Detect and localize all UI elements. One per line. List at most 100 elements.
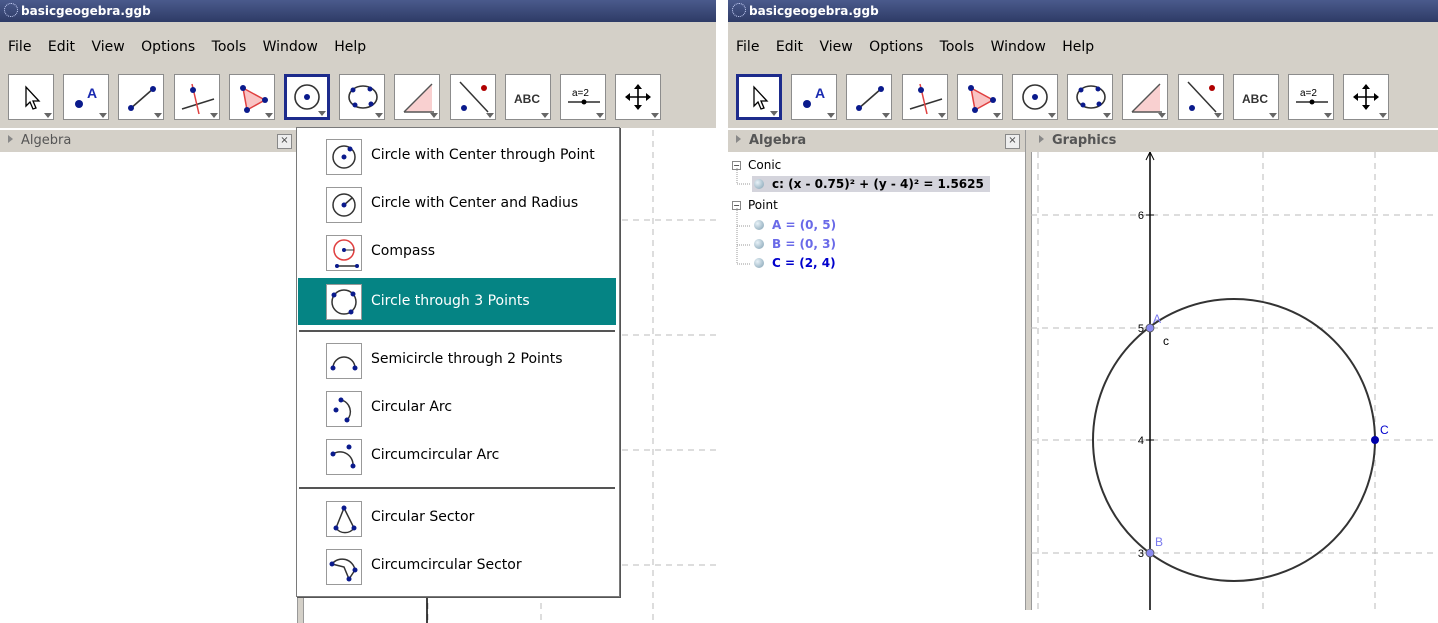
menu-item-circumcircular-sector[interactable]: Circumcircular Sector: [298, 544, 616, 588]
point-C[interactable]: [1371, 436, 1379, 444]
dropdown-arrow-icon[interactable]: [1048, 113, 1056, 118]
tool-button-polygon[interactable]: [956, 74, 1003, 120]
menu-item-circle-3-points[interactable]: Circle through 3 Points: [298, 278, 616, 325]
graphics-view[interactable]: 6 5 4 3 A B C c: [1031, 152, 1438, 610]
menu-view[interactable]: View: [819, 39, 852, 55]
tool-button-conic[interactable]: [339, 74, 386, 120]
dropdown-arrow-icon[interactable]: [1324, 113, 1332, 118]
dropdown-arrow-icon[interactable]: [651, 113, 660, 118]
y-tick-label: 4: [1138, 435, 1144, 447]
dropdown-arrow-icon[interactable]: [264, 113, 273, 118]
tool-button-reflect[interactable]: [1177, 74, 1224, 120]
tool-button-circle[interactable]: [1012, 74, 1058, 120]
menu-item-circumcircular-arc[interactable]: Circumcircular Arc: [298, 434, 616, 478]
tool-button-move[interactable]: [736, 74, 782, 120]
menu-file[interactable]: File: [8, 39, 31, 55]
dropdown-arrow-icon[interactable]: [1158, 113, 1167, 118]
algebra-item-c[interactable]: c: (x - 0.75)² + (y - 4)² = 1.5625: [752, 176, 990, 192]
menu-file[interactable]: File: [736, 39, 759, 55]
algebra-item-A[interactable]: A = (0, 5): [754, 218, 836, 232]
dropdown-arrow-icon[interactable]: [827, 113, 836, 118]
tool-button-polygon[interactable]: [228, 74, 275, 120]
menu-item-circle-center-radius[interactable]: Circle with Center and Radius: [298, 182, 616, 226]
dropdown-arrow-icon[interactable]: [209, 113, 218, 118]
dropdown-arrow-icon[interactable]: [770, 111, 778, 116]
collapse-arrow-icon[interactable]: [8, 135, 13, 143]
dropdown-arrow-icon[interactable]: [99, 113, 108, 118]
menu-item-circular-sector[interactable]: Circular Sector: [298, 496, 616, 540]
menu-tools[interactable]: Tools: [940, 39, 975, 55]
menu-item-circle-center-point[interactable]: Circle with Center through Point: [298, 134, 616, 178]
menu-item-circular-arc[interactable]: Circular Arc: [298, 386, 616, 430]
menu-window[interactable]: Window: [263, 39, 318, 55]
tool-button-angle[interactable]: [1122, 74, 1169, 120]
menu-help[interactable]: Help: [334, 39, 366, 55]
algebra-view: − Conic c: (x - 0.75)² + (y - 4)² = 1.562…: [728, 152, 1025, 610]
point-B[interactable]: [1145, 548, 1155, 558]
menu-item-semicircle[interactable]: Semicircle through 2 Points: [298, 338, 616, 382]
dropdown-arrow-icon[interactable]: [44, 113, 52, 118]
dropdown-arrow-icon[interactable]: [596, 113, 604, 118]
collapse-arrow-icon[interactable]: [1039, 135, 1044, 143]
tool-button-move-view[interactable]: [1343, 74, 1390, 120]
graphics-title: Graphics: [1052, 133, 1117, 148]
menu-tools[interactable]: Tools: [212, 39, 247, 55]
dropdown-arrow-icon[interactable]: [1268, 113, 1277, 118]
tool-button-perpendicular[interactable]: [901, 74, 948, 120]
tool-button-circle[interactable]: [284, 74, 330, 120]
close-icon[interactable]: ×: [1005, 134, 1020, 149]
tool-button-slider[interactable]: a=2: [1288, 74, 1334, 120]
tool-button-point[interactable]: A: [791, 74, 838, 120]
dropdown-arrow-icon[interactable]: [1379, 113, 1388, 118]
dropdown-arrow-icon[interactable]: [937, 113, 946, 118]
dropdown-arrow-icon[interactable]: [882, 113, 891, 118]
dropdown-arrow-icon[interactable]: [318, 111, 326, 116]
dropdown-arrow-icon[interactable]: [1213, 113, 1222, 118]
menu-item-compass[interactable]: Compass: [298, 230, 616, 274]
dropdown-arrow-icon[interactable]: [485, 113, 494, 118]
algebra-item-B[interactable]: B = (0, 3): [754, 237, 836, 251]
menu-item-label: Circumcircular Arc: [371, 447, 500, 463]
dropdown-arrow-icon[interactable]: [430, 113, 439, 118]
menu-bar: File Edit View Options Tools Window Help: [728, 22, 1438, 72]
tool-button-line[interactable]: [846, 74, 893, 120]
semicircle-icon: [326, 343, 362, 379]
tool-button-angle[interactable]: [394, 74, 441, 120]
point-definition: C = (2, 4): [772, 256, 836, 270]
dropdown-arrow-icon[interactable]: [154, 113, 163, 118]
dropdown-arrow-icon[interactable]: [992, 113, 1001, 118]
tool-button-text[interactable]: ABC: [504, 74, 551, 120]
menu-separator: [299, 330, 615, 332]
tool-button-move[interactable]: [8, 74, 54, 120]
close-icon[interactable]: ×: [277, 134, 292, 149]
algebra-item-C[interactable]: C = (2, 4): [754, 256, 836, 270]
tool-button-conic[interactable]: [1067, 74, 1114, 120]
circle-tools-dropdown: Circle with Center through Point Circle …: [296, 127, 620, 597]
label-B: B: [1155, 535, 1163, 549]
menu-options[interactable]: Options: [141, 39, 195, 55]
menu-edit[interactable]: Edit: [776, 39, 803, 55]
toolbar: A ABC a=2: [728, 72, 1438, 128]
svg-text:A: A: [815, 85, 825, 101]
tool-button-perpendicular[interactable]: [173, 74, 220, 120]
svg-text:a=2: a=2: [572, 88, 589, 99]
menu-item-label: Semicircle through 2 Points: [371, 351, 563, 367]
menu-options[interactable]: Options: [869, 39, 923, 55]
dropdown-arrow-icon[interactable]: [1103, 113, 1112, 118]
title-bar: basicgeogebra.ggb: [728, 0, 1438, 22]
collapse-arrow-icon[interactable]: [736, 135, 741, 143]
tool-button-line[interactable]: [118, 74, 165, 120]
menu-separator: [299, 487, 615, 489]
dropdown-arrow-icon[interactable]: [540, 113, 549, 118]
tool-button-reflect[interactable]: [449, 74, 496, 120]
menu-help[interactable]: Help: [1062, 39, 1094, 55]
circumcircular-arc-icon: [326, 439, 362, 475]
tool-button-point[interactable]: A: [63, 74, 110, 120]
tool-button-slider[interactable]: a=2: [560, 74, 606, 120]
menu-view[interactable]: View: [91, 39, 124, 55]
dropdown-arrow-icon[interactable]: [375, 113, 384, 118]
menu-window[interactable]: Window: [991, 39, 1046, 55]
menu-edit[interactable]: Edit: [48, 39, 75, 55]
tool-button-text[interactable]: ABC: [1232, 74, 1279, 120]
tool-button-move-view[interactable]: [615, 74, 662, 120]
